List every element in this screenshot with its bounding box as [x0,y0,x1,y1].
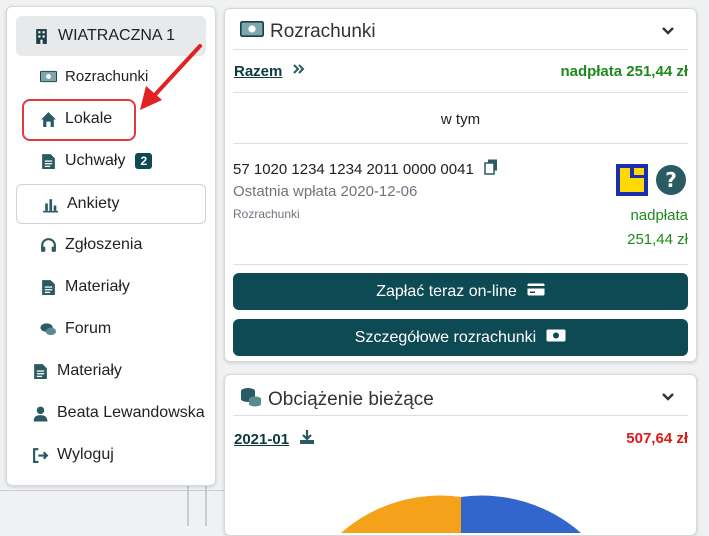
sidebar-item-rozrachunki[interactable]: Rozrachunki [39,67,148,85]
headset-icon [39,236,57,254]
copy-icon[interactable] [484,159,498,180]
button-label: Szczegółowe rozrachunki [354,328,537,346]
card-title-text: Obciążenie bieżące [268,389,434,410]
divider [233,49,688,50]
money-icon [240,21,264,43]
card-title: Rozrachunki [240,21,376,43]
sidebar: WIATRACZNA 1 Rozrachunki Lokale Uchwały … [6,6,216,486]
detailed-settlements-button[interactable]: Szczegółowe rozrachunki [233,319,688,356]
chat-bubbles-icon [39,320,57,338]
account-row: 57 1020 1234 1234 2011 0000 0041 [233,159,498,180]
sidebar-item-ankiety[interactable]: Ankiety [16,184,206,224]
sidebar-building-label: WIATRACZNA 1 [58,27,176,44]
sidebar-item-label: Rozrachunki [65,67,149,85]
sidebar-item-label: Wyloguj [57,446,114,463]
logout-icon [31,446,49,464]
status-amount: 251,44 zł [627,231,688,248]
sidebar-item-label: Uchwały [65,152,126,169]
sidebar-item-user[interactable]: Beata Lewandowska [31,404,205,422]
period-row: 2021-01 [234,429,315,450]
account-subtitle: Rozrachunki [233,207,300,221]
sidebar-item-uchwaly[interactable]: Uchwały 2 [39,152,153,170]
sidebar-item-label: Materiały [57,362,122,379]
button-label: Zapłać teraz on-line [376,282,517,300]
document-icon [39,152,57,170]
charge-amount: 507,64 zł [626,430,688,447]
document-icon [31,362,49,380]
home-icon [39,110,57,128]
total-value: nadpłata 251,44 zł [560,63,688,80]
collapse-icon[interactable] [662,389,674,404]
money-icon [546,329,566,347]
pay-online-button[interactable]: Zapłać teraz on-line [233,273,688,310]
svg-text:?: ? [665,168,677,192]
sidebar-item-label: Ankiety [67,195,120,212]
user-icon [31,404,49,422]
double-chevron-right-icon[interactable] [292,62,306,80]
sidebar-item-zgloszenia[interactable]: Zgłoszenia [39,236,142,254]
download-icon[interactable] [299,429,315,450]
sidebar-item-materialy[interactable]: Materiały [39,278,130,296]
collapse-icon[interactable] [662,23,674,38]
divider [233,264,688,265]
rozrachunki-card: Rozrachunki Razem nadpłata 251,44 zł w t… [224,8,697,362]
sidebar-item-label: Zgłoszenia [65,236,143,253]
section-label: w tym [440,111,481,128]
divider [233,92,688,93]
total-row: Razem [234,62,306,80]
sidebar-building-header[interactable]: WIATRACZNA 1 [16,16,206,56]
sidebar-item-label: Materiały [65,278,130,295]
status-label: nadpłata [630,207,688,224]
pie-slice-blue [461,495,581,533]
pie-slice-orange [341,495,461,533]
pie-chart [341,495,581,533]
sidebar-item-lokale[interactable]: Lokale [39,110,112,128]
background-line [0,490,224,491]
credit-card-icon [527,283,545,301]
bank-logo-icon [616,164,648,201]
sidebar-item-label: Lokale [65,110,113,127]
building-icon [32,27,50,45]
divider [233,143,688,144]
card-title-text: Rozrachunki [270,21,376,42]
sidebar-item-materialy-global[interactable]: Materiały [31,362,122,380]
last-payment: Ostatnia wpłata 2020-12-06 [233,183,418,200]
total-link[interactable]: Razem [234,63,282,80]
sidebar-item-label: Beata Lewandowska [57,404,205,421]
sidebar-item-forum[interactable]: Forum [39,320,111,338]
count-badge: 2 [135,153,153,169]
bar-chart-icon [41,195,59,213]
help-icon[interactable]: ? [655,164,687,201]
money-icon [39,67,57,85]
period-link[interactable]: 2021-01 [234,431,289,448]
current-charges-card: Obciążenie bieżące 2021-01 507,64 zł [224,374,697,536]
document-icon [39,278,57,296]
account-number: 57 1020 1234 1234 2011 0000 0041 [233,161,474,178]
sidebar-item-logout[interactable]: Wyloguj [31,446,114,464]
coins-icon [240,387,262,413]
sidebar-item-label: Forum [65,320,112,337]
card-title: Obciążenie bieżące [240,387,434,413]
divider [233,415,688,416]
